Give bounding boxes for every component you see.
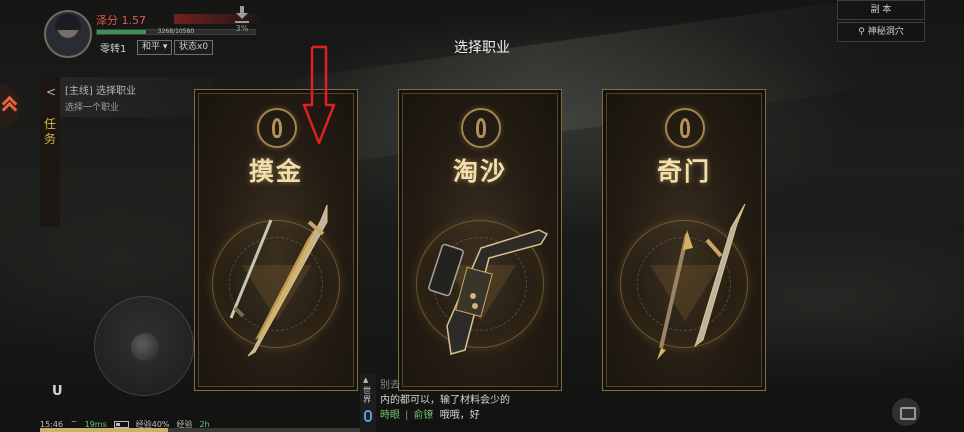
gun-icon bbox=[428, 229, 549, 355]
chat-line: 别去 bbox=[380, 380, 400, 391]
chat-messages[interactable]: 别去 内的都可以，输了材料会少的 時眼 | 俞镣 哦哦，好 bbox=[380, 378, 560, 423]
chat-line: 内的都可以，输了材料会少的 bbox=[380, 395, 510, 406]
top-right-panel: 副 本 ⚲ 神秘洞穴 bbox=[837, 0, 925, 42]
quest-tab[interactable]: < 任务 bbox=[40, 77, 60, 227]
chat-expand-icon[interactable]: ▲ bbox=[363, 376, 368, 384]
quest-entry[interactable]: [主线] 选择职业 选择一个职业 bbox=[60, 77, 214, 117]
spade-emblem-icon bbox=[665, 108, 705, 148]
download-indicator[interactable]: 3% bbox=[232, 6, 252, 33]
tutorial-arrow-icon bbox=[302, 45, 336, 145]
bag-icon[interactable] bbox=[892, 398, 920, 426]
quest-panel[interactable]: < 任务 [主线] 选择职业 选择一个职业 bbox=[40, 77, 214, 227]
spear-icon bbox=[657, 203, 746, 360]
microphone-icon[interactable] bbox=[364, 410, 372, 422]
chat-sender[interactable]: 俞镣 bbox=[413, 410, 433, 421]
location-button[interactable]: ⚲ 神秘洞穴 bbox=[837, 22, 925, 42]
chevron-up-icon bbox=[2, 98, 16, 112]
chat-line: 時眼 | 俞镣 哦哦，好 bbox=[380, 410, 480, 421]
class-card-taosha[interactable]: 淘沙 bbox=[398, 89, 562, 391]
download-icon bbox=[235, 6, 249, 20]
ub-logo-icon[interactable]: U bbox=[52, 384, 63, 399]
flame-emblem-icon bbox=[257, 108, 297, 148]
chat-sender[interactable]: 時眼 bbox=[380, 410, 400, 421]
movement-joystick[interactable] bbox=[94, 296, 194, 396]
exp-progress-bar bbox=[40, 428, 360, 432]
page-title: 选择职业 bbox=[454, 40, 510, 56]
player-name: 泽分 1.57 bbox=[96, 14, 146, 27]
class-name: 奇门 bbox=[656, 157, 711, 186]
dungeon-button[interactable]: 副 本 bbox=[837, 0, 925, 20]
class-name: 淘沙 bbox=[452, 157, 507, 186]
greatsword-icon bbox=[229, 204, 328, 357]
battery-icon bbox=[113, 420, 129, 428]
quest-desc: 选择一个职业 bbox=[65, 103, 120, 113]
chat-channel-label: 世界 bbox=[363, 386, 371, 404]
class-card-qimen[interactable]: 奇门 bbox=[602, 89, 766, 391]
download-percent: 3% bbox=[235, 24, 249, 33]
exp-progress-fill bbox=[40, 428, 168, 432]
axe-emblem-icon bbox=[461, 108, 501, 148]
quest-title: [主线] 选择职业 bbox=[65, 86, 136, 97]
chat-channel-tab[interactable]: ▲ 世界 bbox=[360, 374, 376, 432]
location-label: 神秘洞穴 bbox=[867, 27, 904, 37]
collapse-arrow-icon[interactable]: < bbox=[46, 85, 56, 99]
class-name: 摸金 bbox=[248, 157, 303, 186]
chat-text: 哦哦，好 bbox=[439, 410, 480, 421]
joystick-knob[interactable] bbox=[131, 333, 159, 361]
quest-tab-label: 任务 bbox=[43, 117, 56, 146]
